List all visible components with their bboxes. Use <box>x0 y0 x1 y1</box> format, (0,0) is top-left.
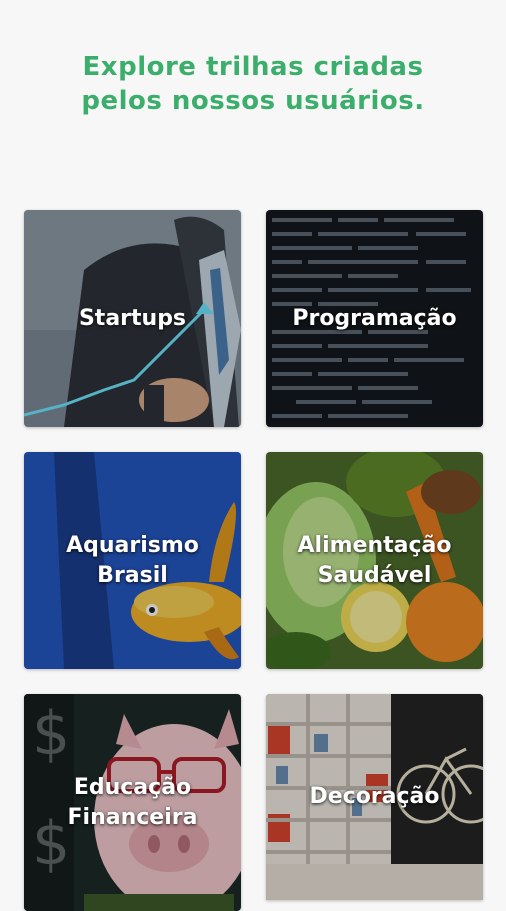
trail-label-line: Brasil <box>97 562 168 588</box>
trail-card-startups[interactable]: Startups <box>24 210 241 427</box>
trail-card-label: Decoração <box>266 782 483 812</box>
trail-label-line: Decoração <box>309 784 440 809</box>
page-title-line-2: pelos nossos usuários. <box>81 86 425 116</box>
trail-label-line: Aquarismo <box>66 532 199 558</box>
trail-card-label: Alimentação Saudável <box>266 531 483 591</box>
trail-card-programacao[interactable]: Programação <box>266 210 483 427</box>
page-title-line-1: Explore trilhas criadas <box>82 52 424 82</box>
page-header: Explore trilhas criadas pelos nossos usu… <box>0 50 506 118</box>
trail-label-line: Alimentação <box>297 532 452 558</box>
trail-card-label: Startups <box>24 304 241 334</box>
trail-label-line: Saudável <box>317 562 432 588</box>
trail-card-alimentacao-saudavel[interactable]: Alimentação Saudável <box>266 452 483 669</box>
trail-card-label: Programação <box>266 304 483 334</box>
trail-card-label: Educação Financeira <box>24 773 241 833</box>
trail-label-line: Financeira <box>67 804 198 830</box>
trail-card-label: Aquarismo Brasil <box>24 531 241 591</box>
trail-label-line: Startups <box>78 305 187 331</box>
trail-card-educacao-financeira[interactable]: $ $ Educação Financeira <box>24 694 241 911</box>
trail-card-decoracao[interactable]: Decoração <box>266 694 483 900</box>
trail-label-line: Educação <box>73 774 192 800</box>
trail-label-line: Programação <box>292 305 457 331</box>
trail-card-aquarismo-brasil[interactable]: Aquarismo Brasil <box>24 452 241 669</box>
